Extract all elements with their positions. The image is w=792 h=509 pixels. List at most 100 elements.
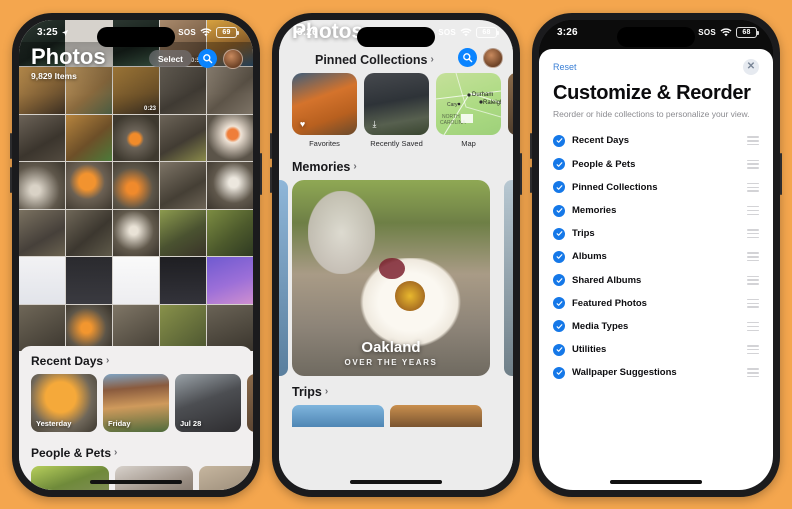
volume-down-button[interactable] (270, 166, 272, 193)
list-item[interactable] (115, 465, 193, 490)
table-row[interactable]: Trips (539, 222, 773, 245)
memory-peek[interactable] (279, 179, 288, 376)
section-header-trips[interactable]: Trips › (279, 376, 513, 399)
memories-carousel[interactable]: Oakland OVER THE YEARS (279, 179, 513, 376)
list-item[interactable] (199, 465, 253, 490)
reset-button[interactable]: Reset (553, 62, 577, 72)
volume-down-button[interactable] (530, 166, 532, 193)
photo-cell[interactable] (160, 209, 206, 256)
trips-row[interactable] (279, 399, 513, 427)
list-item[interactable] (508, 72, 513, 148)
avatar[interactable] (483, 47, 503, 68)
power-button[interactable] (780, 152, 782, 195)
checkmark-icon[interactable] (553, 227, 565, 240)
photo-cell[interactable] (113, 257, 159, 304)
drag-handle-icon[interactable] (747, 159, 759, 169)
memory-peek[interactable] (504, 179, 513, 376)
list-item[interactable] (31, 465, 109, 490)
photo-cell[interactable] (19, 209, 65, 256)
close-icon[interactable]: ✕ (743, 58, 759, 75)
list-item[interactable]: Friday (103, 373, 169, 432)
section-header-people-pets[interactable]: People & Pets › (19, 446, 253, 460)
photo-cell[interactable] (207, 162, 253, 209)
photo-cell[interactable] (113, 114, 159, 161)
photo-cell[interactable] (19, 257, 65, 304)
search-icon[interactable] (198, 49, 217, 68)
checkmark-icon[interactable] (553, 181, 565, 194)
photo-cell[interactable] (160, 257, 206, 304)
recent-days-row[interactable]: Yesterday Friday Jul 28 (19, 373, 253, 432)
home-indicator[interactable] (90, 479, 182, 484)
list-item[interactable]: ⤓ Recently Saved (364, 72, 429, 148)
checkmark-icon[interactable] (553, 134, 565, 147)
table-row[interactable]: Wallpaper Suggestions (539, 361, 773, 384)
table-row[interactable]: Recent Days (539, 129, 773, 152)
table-row[interactable]: Shared Albums (539, 268, 773, 291)
table-row[interactable]: Media Types (539, 315, 773, 338)
volume-up-button[interactable] (530, 132, 532, 159)
list-item[interactable] (292, 404, 384, 427)
list-item[interactable] (247, 373, 253, 432)
table-row[interactable]: Featured Photos (539, 292, 773, 315)
photo-cell[interactable] (113, 209, 159, 256)
drag-handle-icon[interactable] (747, 252, 759, 262)
photo-cell[interactable] (113, 304, 159, 351)
table-row[interactable]: Pinned Collections (539, 176, 773, 199)
drag-handle-icon[interactable] (747, 275, 759, 285)
section-header-recent-days[interactable]: Recent Days › (19, 354, 253, 368)
photo-cell[interactable] (66, 162, 112, 209)
photo-cell[interactable] (19, 162, 65, 209)
drag-handle-icon[interactable] (747, 368, 759, 378)
home-indicator[interactable] (610, 479, 702, 484)
table-row[interactable]: Utilities (539, 338, 773, 361)
checkmark-icon[interactable] (553, 274, 565, 287)
checkmark-icon[interactable] (553, 320, 565, 333)
photo-cell[interactable] (207, 257, 253, 304)
power-button[interactable] (260, 152, 262, 195)
photo-cell[interactable] (66, 209, 112, 256)
photo-cell[interactable] (19, 304, 65, 351)
power-button[interactable] (520, 152, 522, 195)
drag-handle-icon[interactable] (747, 321, 759, 331)
people-pets-row[interactable] (19, 465, 253, 490)
checkmark-icon[interactable] (553, 250, 565, 263)
avatar[interactable] (223, 48, 243, 69)
photo-cell[interactable] (19, 114, 65, 161)
drag-handle-icon[interactable] (747, 229, 759, 239)
drag-handle-icon[interactable] (747, 345, 759, 355)
photo-cell[interactable] (160, 304, 206, 351)
photo-cell[interactable] (66, 257, 112, 304)
photo-cell[interactable] (160, 162, 206, 209)
list-item[interactable]: Durham Raleigh Cary NORTH CAROLINA Map (436, 72, 501, 148)
checkmark-icon[interactable] (553, 343, 565, 356)
drag-handle-icon[interactable] (747, 136, 759, 146)
pinned-thumbnail[interactable]: ⤓ (364, 72, 429, 135)
volume-up-button[interactable] (270, 132, 272, 159)
table-row[interactable]: People & Pets (539, 153, 773, 176)
photo-cell[interactable] (66, 304, 112, 351)
checkmark-icon[interactable] (553, 158, 565, 171)
collections-scroll[interactable]: Pinned Collections › ♥ Favorites ⤓ Recen… (279, 45, 513, 490)
select-button[interactable]: Select (148, 50, 192, 67)
drag-handle-icon[interactable] (747, 298, 759, 308)
pinned-thumbnail[interactable] (508, 72, 513, 135)
photo-cell[interactable] (207, 304, 253, 351)
checkmark-icon[interactable] (553, 204, 565, 217)
drag-handle-icon[interactable] (747, 206, 759, 215)
table-row[interactable]: Memories (539, 199, 773, 222)
home-indicator[interactable] (350, 479, 442, 484)
volume-down-button[interactable] (10, 166, 12, 193)
drag-handle-icon[interactable] (747, 182, 759, 192)
section-header-memories[interactable]: Memories › (279, 148, 513, 180)
checkmark-icon[interactable] (553, 297, 565, 310)
list-item[interactable]: Jul 28 (175, 373, 241, 432)
photo-cell[interactable] (113, 162, 159, 209)
photo-cell[interactable] (160, 114, 206, 161)
list-item[interactable] (390, 404, 482, 427)
list-item[interactable]: ♥ Favorites (292, 72, 357, 148)
photo-cell[interactable] (207, 209, 253, 256)
pinned-thumbnail[interactable]: ♥ (292, 72, 357, 135)
checkmark-icon[interactable] (553, 366, 565, 379)
table-row[interactable]: Albums (539, 245, 773, 268)
search-icon[interactable] (458, 48, 477, 67)
